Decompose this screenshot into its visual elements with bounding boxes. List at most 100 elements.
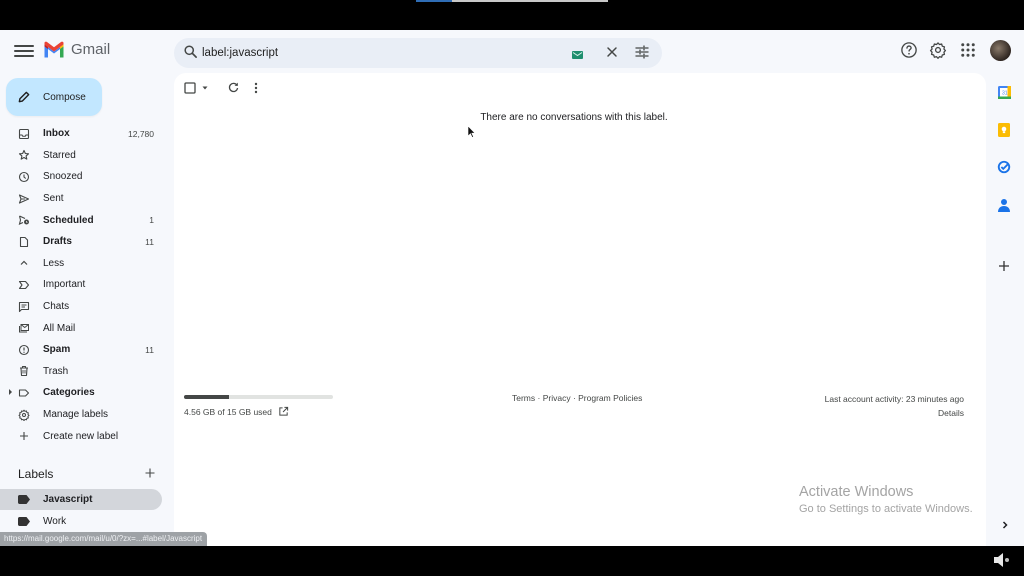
mouse-cursor-icon <box>468 126 476 138</box>
create-label-plus-icon[interactable] <box>144 467 156 479</box>
storage-usage-bar <box>184 395 333 399</box>
gear-icon <box>18 409 30 421</box>
mail-badge-icon <box>572 51 583 59</box>
watermark-title: Activate Windows <box>799 484 914 500</box>
sidebar-item-all-mail[interactable]: All Mail <box>0 317 165 339</box>
storage-text: 4.56 GB of 15 GB used <box>184 406 272 417</box>
label-name: Javascript <box>43 494 93 505</box>
more-vert-icon <box>254 82 258 93</box>
compose-label: Compose <box>43 91 86 103</box>
volume-icon[interactable] <box>992 550 1012 570</box>
expand-caret-icon[interactable] <box>9 389 12 396</box>
tasks-icon <box>997 160 1011 174</box>
label-item-javascript[interactable]: Javascript <box>0 489 162 510</box>
search-icon[interactable] <box>183 44 198 59</box>
sidebar-item-label: Spam <box>43 344 71 356</box>
sidebar-item-sent[interactable]: Sent <box>0 188 165 210</box>
tasks-app[interactable] <box>994 157 1014 177</box>
label-name: Work <box>43 516 67 527</box>
contacts-icon <box>998 199 1010 212</box>
close-icon[interactable] <box>604 44 620 60</box>
select-checkbox[interactable] <box>184 81 210 94</box>
send-icon <box>18 193 30 205</box>
sidebar-item-label: Scheduled <box>43 214 94 226</box>
svg-text:31: 31 <box>1002 90 1008 96</box>
sidebar-item-inbox[interactable]: Inbox 12,780 <box>0 123 165 145</box>
sidebar-item-important[interactable]: Important <box>0 274 165 296</box>
label-outline-icon <box>18 387 30 399</box>
sidebar-item-snoozed[interactable]: Snoozed <box>0 166 165 188</box>
calendar-app[interactable]: 31 <box>994 82 1014 102</box>
settings-icon[interactable] <box>929 41 947 59</box>
keep-app[interactable] <box>994 120 1014 140</box>
sidebar-item-scheduled[interactable]: Scheduled 1 <box>0 209 165 231</box>
label-item-work[interactable]: Work <box>0 511 162 532</box>
compose-button[interactable]: Compose <box>6 78 102 116</box>
more-options-button[interactable] <box>254 82 258 94</box>
sidebar-item-chats[interactable]: Chats <box>0 296 165 318</box>
sidebar-item-label: Less <box>43 257 65 269</box>
sidebar-item-label: Drafts <box>43 236 72 248</box>
sidebar-item-trash[interactable]: Trash <box>0 361 165 383</box>
sidebar-item-label: Snoozed <box>43 171 83 183</box>
pencil-icon <box>18 91 30 103</box>
refresh-button[interactable] <box>227 81 240 94</box>
sidebar-item-label: Categories <box>43 387 95 399</box>
sidebar-item-spam[interactable]: Spam 11 <box>0 339 165 361</box>
clock-icon <box>18 171 30 183</box>
privacy-link[interactable]: Privacy <box>543 393 571 403</box>
video-progress-fill <box>416 0 453 2</box>
plus-icon <box>999 261 1009 271</box>
empty-state-text: There are no conversations with this lab… <box>480 112 668 123</box>
account-avatar[interactable] <box>990 40 1011 61</box>
keep-icon <box>998 123 1010 137</box>
details-link[interactable]: Details <box>938 408 964 418</box>
sidebar-item-label: Chats <box>43 301 70 313</box>
tune-icon[interactable] <box>634 44 650 60</box>
calendar-icon: 31 <box>997 85 1011 99</box>
sidebar-nav: Inbox 12,780 Starred Snoozed Sent Scheduled 1 D… <box>0 123 165 447</box>
contacts-app[interactable] <box>994 195 1014 215</box>
main-menu-button[interactable] <box>14 42 34 60</box>
video-bottom-bar <box>0 546 1024 576</box>
last-activity-text: Last account activity: 23 minutes ago <box>824 394 964 404</box>
storage-usage-fill <box>184 395 230 399</box>
storage-info: 4.56 GB of 15 GB used <box>184 406 289 417</box>
sidebar-item-count: 11 <box>145 236 154 247</box>
apps-grid-icon[interactable] <box>959 41 977 59</box>
terms-link[interactable]: Terms <box>512 393 535 403</box>
sidebar-item-label: Important <box>43 279 86 291</box>
checkbox-icon <box>184 81 196 94</box>
footer-links: Terms · Privacy · Program Policies <box>512 393 642 403</box>
sidebar-item-starred[interactable]: Starred <box>0 145 165 167</box>
gmail-logo[interactable]: Gmail <box>43 41 110 58</box>
open-external-icon[interactable] <box>278 406 289 417</box>
sidebar-item-label: Sent <box>43 193 64 205</box>
sidebar-item-categories[interactable]: Categories <box>0 382 165 404</box>
sidebar-item-manage-labels[interactable]: Manage labels <box>0 404 165 426</box>
sidebar-item-less[interactable]: Less <box>0 253 165 275</box>
search-bar[interactable] <box>174 38 662 68</box>
chevron-right-icon[interactable] <box>999 519 1011 531</box>
chevron-up-icon <box>18 257 30 269</box>
watermark-subtitle: Go to Settings to activate Windows. <box>799 503 973 515</box>
sidebar-item-label: Manage labels <box>43 409 109 421</box>
caret-down-icon[interactable] <box>200 83 210 93</box>
sidebar-item-count: 1 <box>149 215 154 226</box>
link-separator: · <box>570 393 579 403</box>
all-mail-icon <box>18 322 30 334</box>
sidebar-item-label: Inbox <box>43 128 70 140</box>
sidebar-item-label: Starred <box>43 149 76 161</box>
sidebar-item-label: Create new label <box>43 430 119 442</box>
star-icon <box>18 149 30 161</box>
plus-icon <box>18 430 30 442</box>
sidebar-item-create-new-label[interactable]: Create new label <box>0 425 165 447</box>
help-icon[interactable] <box>900 41 918 59</box>
search-input[interactable] <box>202 43 542 63</box>
video-progress-bar[interactable] <box>416 0 608 2</box>
important-icon <box>18 279 30 291</box>
program-policies-link[interactable]: Program Policies <box>578 393 642 403</box>
sidebar-item-drafts[interactable]: Drafts 11 <box>0 231 165 253</box>
windows-activation-watermark: Activate Windows Go to Settings to activ… <box>799 484 973 515</box>
get-addons-button[interactable] <box>994 256 1014 276</box>
